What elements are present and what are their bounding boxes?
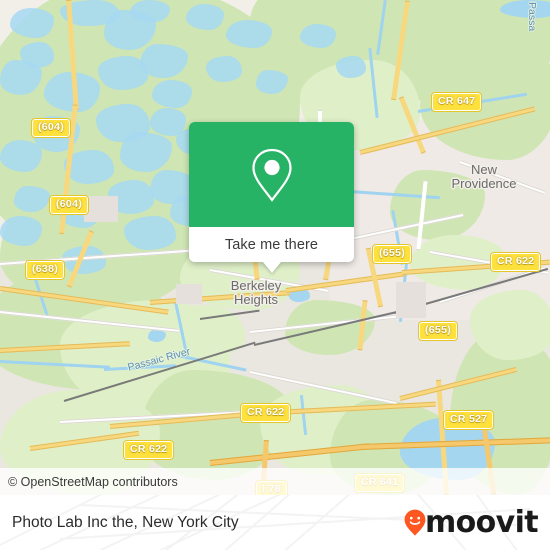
moovit-smiley-pin-icon [404,509,426,536]
map-canvas[interactable]: Berkeley Heights New Providence Passaic … [0,0,550,495]
road-shield-cr-527[interactable]: CR 527 [442,410,495,430]
map-screenshot-page: Berkeley Heights New Providence Passaic … [0,0,550,550]
road-shield-638[interactable]: (638) [24,260,66,280]
river-label-passaic-vertical: Passa [526,2,538,32]
wetland-patch [206,56,242,82]
wetland-patch [10,8,54,38]
wetland-patch [0,216,42,246]
popup-action-area[interactable]: Take me there [189,227,354,262]
road-shield-604-south[interactable]: (604) [48,195,90,215]
wetland-patch [130,0,170,22]
road-shield-cr-622-east[interactable]: CR 622 [489,252,542,272]
page-title: Photo Lab Inc the, New York City [12,513,239,531]
place-label-line2: Heights [233,291,279,307]
road-shield-655-upper[interactable]: (655) [371,244,413,264]
location-popup-card[interactable]: Take me there [189,122,354,273]
moovit-wordmark: moovit [424,504,539,540]
landuse-industrial [396,282,426,318]
place-label-line2: Providence [451,175,517,191]
wetland-patch [186,4,224,30]
landuse-industrial [84,196,118,222]
wetland-patch [152,80,192,108]
popup-tail-pointer [262,262,281,273]
take-me-there-label: Take me there [224,236,319,253]
popup-icon-area [189,122,354,227]
landuse-grass [470,290,550,360]
wetland-patch [300,24,336,48]
place-label-new-providence: New Providence [429,163,539,190]
wetland-patch [226,20,272,48]
map-pin-icon [251,148,292,202]
place-label-berkeley-heights: Berkeley Heights [206,279,306,306]
moovit-brand[interactable]: moovit [404,504,550,540]
landuse-industrial [176,284,202,304]
road-shield-604-north[interactable]: (604) [30,118,72,138]
road-shield-cr-622-west[interactable]: CR 622 [122,440,175,460]
place-label-line1: Berkeley [230,278,282,293]
road-shield-655-lower[interactable]: (655) [417,321,459,341]
road-shield-cr-647[interactable]: CR 647 [430,92,483,112]
road-shield-cr-622-center[interactable]: CR 622 [239,403,292,423]
wetland-patch [0,140,42,172]
wetland-patch [336,56,366,78]
footer-bar: Photo Lab Inc the, New York City moovit [0,495,550,550]
wetland-patch [124,216,176,250]
map-attribution-bar: © OpenStreetMap contributors [0,468,550,495]
place-label-line1: New [470,162,497,177]
attribution-text[interactable]: © OpenStreetMap contributors [0,475,178,489]
